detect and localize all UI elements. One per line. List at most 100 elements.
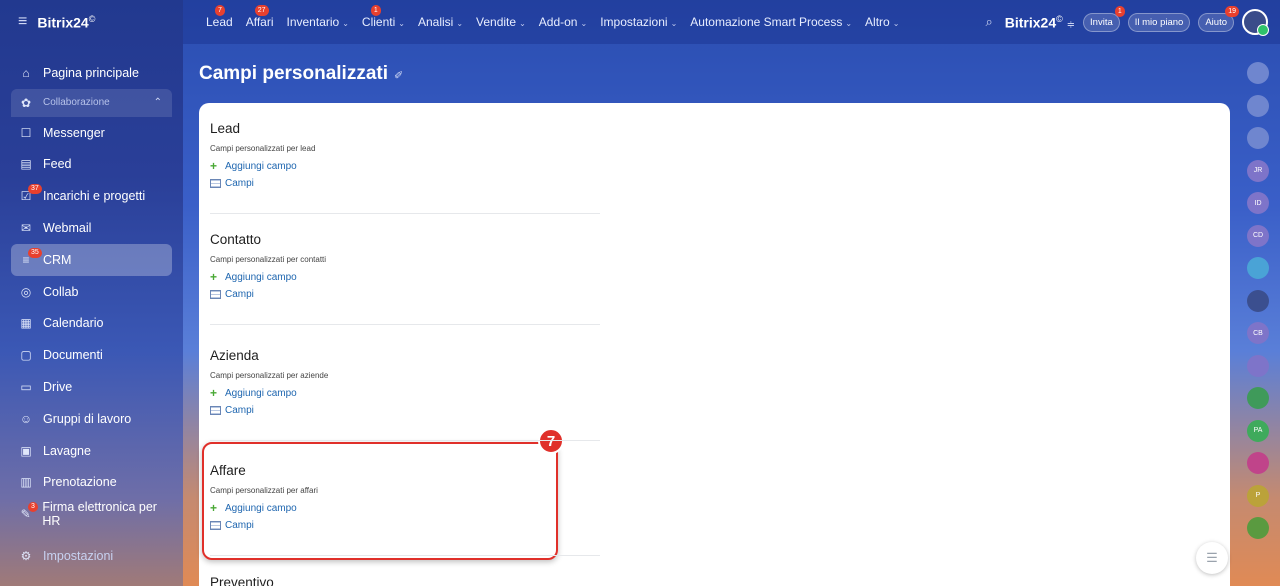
pin-icon[interactable]: ✐ <box>394 70 403 82</box>
fields-list-link[interactable]: Campi <box>210 289 600 300</box>
sidebar-item-label: Incarichi e progetti <box>43 189 146 204</box>
help-button[interactable]: Aiuto 19 <box>1198 5 1239 32</box>
rail-tool-icon[interactable] <box>1247 127 1269 149</box>
bitrix-logo[interactable]: Bitrix24© <box>37 14 95 31</box>
sidebar-item-label: Documenti <box>43 348 103 363</box>
chevron-down-icon: ⌄ <box>892 19 900 28</box>
top-menu-item[interactable]: Impostazioni ⌄ <box>600 15 677 29</box>
sidebar-item-3[interactable]: ▤ Feed <box>11 149 172 181</box>
top-menu-item[interactable]: Add-on ⌄ <box>539 15 587 29</box>
chevron-up-icon[interactable]: ⌃ <box>154 97 162 108</box>
sidebar-item-5[interactable]: ✉ Webmail <box>11 212 172 244</box>
sidebar-item-1[interactable]: ✿ Collaborazione ⌃ <box>11 88 172 117</box>
menu-burger-icon[interactable]: ≡ <box>18 13 27 31</box>
chevron-down-icon: ⌄ <box>670 19 678 28</box>
sidebar-item-7[interactable]: ◎ Collab <box>11 276 172 308</box>
feed-icon: ▤ <box>20 157 32 172</box>
sidebar-item-6[interactable]: ≡ CRM 35 <box>11 243 172 276</box>
sidebar-item-13[interactable]: ▥ Prenotazione <box>11 467 172 499</box>
top-menu-label: Lead <box>206 15 233 29</box>
rail-avatar[interactable] <box>1247 354 1269 377</box>
sidebar-item-label: Calendario <box>43 316 104 331</box>
sidebar-item-0[interactable]: ⌂ Pagina principale <box>11 57 172 89</box>
top-menu-item[interactable]: Vendite ⌄ <box>476 15 526 29</box>
section-description: Campi personalizzati per affari <box>210 486 318 495</box>
fields-list-link[interactable]: Campi <box>210 405 600 416</box>
sidebar-item-12[interactable]: ▣ Lavagne <box>11 435 172 467</box>
sidebar-item-label: Pagina principale <box>43 65 139 80</box>
top-bar: Lead 7 Affari 27 Inventario ⌄ Clienti ⌄ 1 Analisi… <box>183 0 1280 44</box>
sidebar-item-10[interactable]: ▭ Drive <box>11 371 172 403</box>
invite-button[interactable]: Invita 1 <box>1083 5 1125 32</box>
messenger-icon: ☐ <box>20 125 32 140</box>
user-avatar[interactable] <box>1242 9 1269 36</box>
fields-label: Campi <box>225 289 254 300</box>
add-field-link[interactable]: + Aggiungi campo <box>210 501 600 515</box>
sidebar-item-label: Messenger <box>43 125 105 140</box>
sidebar-item-label: Collab <box>43 284 79 299</box>
sidebar-item-15[interactable]: ⚙ Impostazioni <box>11 540 172 572</box>
fields-list-link[interactable]: Campi <box>210 520 600 531</box>
rail-avatar[interactable] <box>1247 387 1269 409</box>
top-menu-item[interactable]: Affari 27 <box>246 5 274 29</box>
top-menu-item[interactable]: Clienti ⌄ 1 <box>362 5 405 29</box>
rail-avatar[interactable] <box>1247 517 1269 539</box>
rail-avatar[interactable] <box>1247 289 1269 312</box>
add-field-link[interactable]: + Aggiungi campo <box>210 270 600 284</box>
list-toggle-button[interactable]: ☰ <box>1196 542 1228 574</box>
top-menu-item[interactable]: Lead 7 <box>206 5 233 29</box>
sidebar-item-8[interactable]: ▦ Calendario <box>11 308 172 340</box>
sidebar-item-14[interactable]: ✎ Firma elettronica per HR 3 <box>11 498 172 530</box>
section-description: Campi personalizzati per lead <box>210 144 316 153</box>
sidebar-item-11[interactable]: ☺ Gruppi di lavoro <box>11 403 172 435</box>
rail-tool-icon[interactable] <box>1247 62 1269 84</box>
table-icon <box>210 179 221 188</box>
brand-link[interactable]: Bitrix24© ≑ <box>1005 14 1075 31</box>
sidebar-item-label: CRM <box>43 252 72 267</box>
top-menu-item[interactable]: Altro ⌄ <box>865 15 899 29</box>
rail-tool-icon[interactable] <box>1247 94 1269 117</box>
plus-icon: + <box>210 501 218 515</box>
top-menu-item[interactable]: Inventario ⌄ <box>287 15 349 29</box>
sidebar-nav: ⌂ Pagina principale ✿ Collaborazione ⌃ ☐ Messe… <box>0 57 183 572</box>
field-section: Contatto Campi personalizzati per contatt… <box>210 232 600 305</box>
sidebar-badge: 35 <box>28 247 42 258</box>
sidebar-item-2[interactable]: ☐ Messenger <box>11 117 172 149</box>
sidebar-item-label: Collaborazione <box>43 97 110 109</box>
search-icon[interactable]: ⌕ <box>985 14 992 30</box>
rail-avatar[interactable]: CB <box>1247 322 1269 344</box>
add-field-link[interactable]: + Aggiungi campo <box>210 159 600 173</box>
rail-avatar[interactable] <box>1247 257 1269 279</box>
plus-icon: + <box>210 270 218 284</box>
rail-avatar[interactable] <box>1247 452 1269 474</box>
section-title: Preventivo <box>210 575 274 586</box>
fields-label: Campi <box>225 520 254 531</box>
add-field-label: Aggiungi campo <box>225 271 297 283</box>
chevron-down-icon: ⌄ <box>456 19 464 28</box>
sidebar-item-9[interactable]: ▢ Documenti <box>11 339 172 371</box>
rail-avatar[interactable]: CD <box>1247 224 1269 247</box>
section-divider <box>210 440 600 441</box>
drive-icon: ▭ <box>20 380 32 395</box>
rail-avatar[interactable]: ID <box>1247 192 1269 214</box>
sidebar-item-label: Feed <box>43 157 72 172</box>
rail-avatar[interactable]: PA <box>1247 419 1269 442</box>
add-field-label: Aggiungi campo <box>225 160 297 172</box>
menu-badge: 27 <box>254 5 269 16</box>
plus-icon: + <box>210 159 218 173</box>
rail-avatar[interactable]: JR <box>1247 159 1269 182</box>
top-menu-item[interactable]: Analisi ⌄ <box>418 15 463 29</box>
add-field-link[interactable]: + Aggiungi campo <box>210 386 600 400</box>
rail-avatar[interactable]: P <box>1247 484 1269 507</box>
sidebar-item-4[interactable]: ☑ Incarichi e progetti 37 <box>11 180 172 212</box>
section-title: Azienda <box>210 348 259 363</box>
fields-list-link[interactable]: Campi <box>210 178 600 189</box>
chevron-down-icon: ⌄ <box>342 19 349 28</box>
top-menu-label: Automazione Smart Process <box>690 15 843 29</box>
top-right-tools: ⌕ Bitrix24© ≑ Invita 1 Il mio piano Aiuto… <box>985 0 1280 44</box>
my-plan-button[interactable]: Il mio piano <box>1127 12 1191 32</box>
top-menu-item[interactable]: Automazione Smart Process ⌄ <box>690 15 852 29</box>
add-field-label: Aggiungi campo <box>225 387 297 399</box>
logo-row: ≡ Bitrix24© <box>0 0 183 44</box>
sidebar-item-label: Webmail <box>43 221 92 236</box>
